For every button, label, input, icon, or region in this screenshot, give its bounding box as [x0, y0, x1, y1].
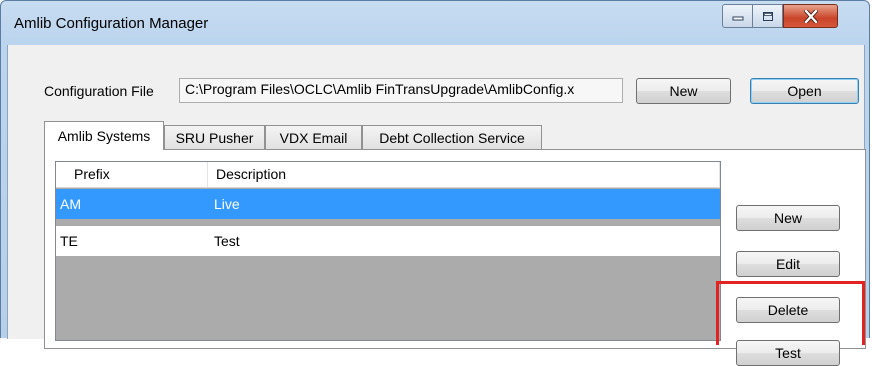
row-prefix: AM — [60, 196, 81, 212]
table-row[interactable]: TE Test — [56, 226, 720, 256]
minimize-button[interactable] — [722, 4, 753, 28]
row-description: Live — [214, 196, 240, 212]
config-open-button[interactable]: Open — [750, 78, 859, 104]
column-header-description[interactable]: Description — [208, 162, 720, 187]
system-test-button[interactable]: Test — [736, 340, 840, 366]
tab-vdx-email[interactable]: VDX Email — [265, 125, 362, 149]
tab-sru-pusher[interactable]: SRU Pusher — [164, 125, 265, 149]
config-file-path-field[interactable]: C:\Program Files\OCLC\Amlib FinTransUpgr… — [179, 78, 623, 103]
column-header-prefix[interactable]: Prefix — [56, 162, 208, 187]
minimize-icon — [732, 16, 743, 21]
system-delete-button[interactable]: Delete — [736, 297, 840, 323]
tab-debt-collection-service[interactable]: Debt Collection Service — [362, 125, 542, 149]
title-bar[interactable]: Amlib Configuration Manager — [1, 1, 869, 45]
app-window: Amlib Configuration Manager Configuratio… — [0, 0, 870, 366]
config-new-button[interactable]: New — [636, 78, 731, 104]
close-icon — [803, 9, 818, 23]
systems-list[interactable]: Prefix Description AM Live TE Test — [55, 161, 721, 341]
window-title: Amlib Configuration Manager — [14, 15, 209, 32]
tab-amlib-systems[interactable]: Amlib Systems — [44, 121, 164, 150]
table-row[interactable]: AM Live — [56, 189, 720, 219]
row-prefix: TE — [60, 233, 78, 249]
close-button[interactable] — [783, 4, 838, 28]
row-description: Test — [214, 233, 240, 249]
system-edit-button[interactable]: Edit — [736, 251, 840, 277]
config-file-label: Configuration File — [44, 83, 154, 99]
maximize-button[interactable] — [752, 4, 783, 28]
maximize-icon — [762, 11, 773, 21]
system-new-button[interactable]: New — [736, 205, 840, 231]
list-header: Prefix Description — [56, 162, 720, 188]
